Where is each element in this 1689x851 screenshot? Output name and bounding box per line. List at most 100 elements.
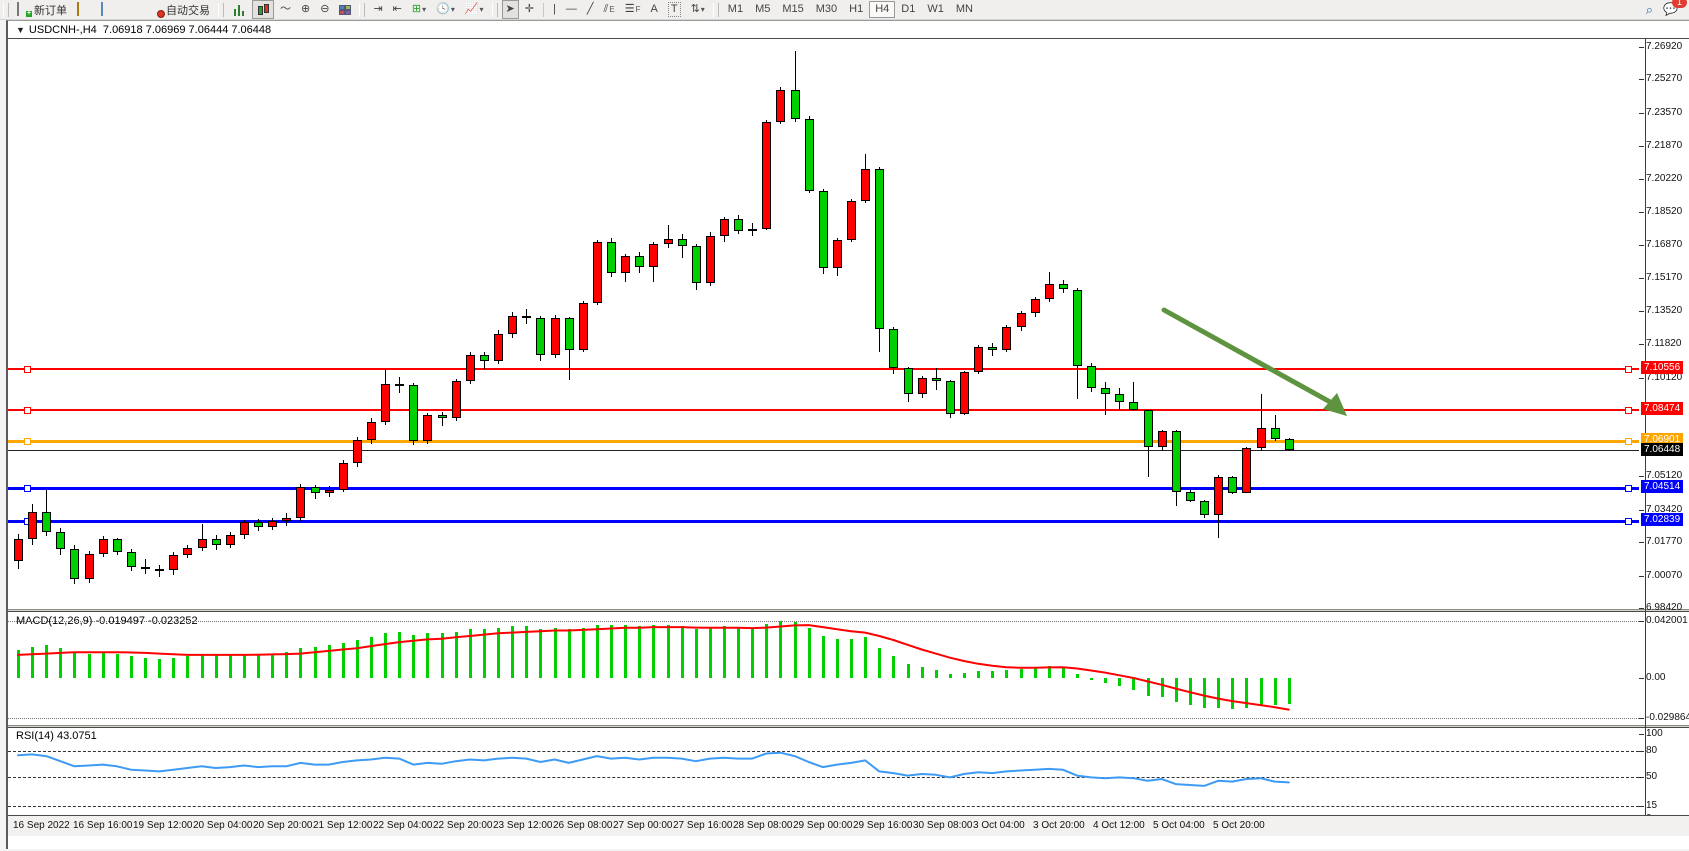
chart-window[interactable]: ▼USDCNH-,H4 7.06918 7.06969 7.06444 7.06… <box>6 20 1689 849</box>
price-tick-label: 7.16870 <box>1646 239 1682 250</box>
new-order-label: 新订单 <box>34 2 67 18</box>
toolbar-grip5[interactable] <box>713 3 719 17</box>
text-tool-icon: A <box>650 3 657 16</box>
axis-tick-mark <box>1639 576 1644 577</box>
time-label: 29 Sep 16:00 <box>853 820 913 831</box>
macd-panel[interactable]: MACD(12,26,9) -0.019497 -0.023252 <box>8 611 1689 726</box>
axis-tick-mark <box>1639 542 1644 543</box>
axis-tick-mark <box>1639 751 1644 752</box>
label-tool-icon: T <box>668 2 681 17</box>
axis-tick-mark <box>1639 718 1644 719</box>
timeframe-h4-button[interactable]: H4 <box>869 1 895 18</box>
tile-windows-button[interactable] <box>335 0 355 19</box>
timeframe-d1-button[interactable]: D1 <box>895 1 921 18</box>
subscript-e: E <box>609 5 614 14</box>
price-tick-label: 7.21870 <box>1646 140 1682 151</box>
channel-icon: ⫽ <box>603 3 608 16</box>
level-price-label: 7.08474 <box>1641 402 1683 415</box>
trendline-button[interactable]: ╱ <box>583 0 598 19</box>
toolbar-grip4[interactable] <box>492 3 498 17</box>
time-label: 20 Sep 20:00 <box>253 820 313 831</box>
label-tool-button[interactable]: T <box>664 0 685 19</box>
toolbar-grip[interactable] <box>3 3 9 17</box>
macd-label: MACD(12,26,9) -0.019497 -0.023252 <box>16 615 198 627</box>
axis-tick-mark <box>1639 212 1644 213</box>
timeframe-m5-button[interactable]: M5 <box>749 1 776 18</box>
timeframe-m30-button[interactable]: M30 <box>810 1 843 18</box>
axis-tick-mark <box>1639 311 1644 312</box>
time-label: 22 Sep 20:00 <box>433 820 493 831</box>
autotrading-button[interactable]: 自动交易 <box>145 0 214 19</box>
horizontal-line-button[interactable]: — <box>562 0 581 19</box>
time-label: 4 Oct 12:00 <box>1093 820 1145 831</box>
add-indicator-button[interactable]: ⊞▾ <box>408 0 430 19</box>
arrows-tool-icon: ⇅ <box>691 3 700 16</box>
notifications-button[interactable]: 💬 1 <box>1659 0 1682 19</box>
price-chart-panel[interactable] <box>8 38 1689 610</box>
search-icon: ⌕ <box>1646 3 1653 16</box>
rsi-axis-label: 15 <box>1646 800 1657 811</box>
current-price-label: 7.06448 <box>1641 443 1683 456</box>
zoom-out-icon: ⊖ <box>320 3 329 16</box>
caret-down-icon: ▾ <box>701 5 705 14</box>
crosshair-button[interactable]: ✛ <box>521 0 538 19</box>
price-tick-label: 7.01770 <box>1646 536 1682 547</box>
timeframe-m15-button[interactable]: M15 <box>776 1 809 18</box>
text-tool-button[interactable]: A <box>646 0 661 19</box>
signals-button[interactable] <box>121 0 143 19</box>
autotrading-icon <box>149 3 163 16</box>
search-button[interactable]: ⌕ <box>1642 0 1657 19</box>
ohlc-open: 7.06918 <box>103 24 143 36</box>
fibonacci-button[interactable]: ☰F <box>621 0 645 19</box>
timeframe-w1-button[interactable]: W1 <box>921 1 950 18</box>
new-chart-button[interactable] <box>97 0 119 19</box>
candlestick-chart-icon <box>256 3 270 16</box>
line-chart-icon: 〜 <box>280 3 291 16</box>
time-label: 5 Oct 20:00 <box>1213 820 1265 831</box>
clock-icon: 🕓 <box>436 3 450 16</box>
market-depth-button[interactable] <box>73 0 95 19</box>
time-axis[interactable]: 16 Sep 202216 Sep 16:0019 Sep 12:0020 Se… <box>8 815 1689 836</box>
equidistant-channel-button[interactable]: ⫽E <box>599 0 618 19</box>
toolbar-grip3[interactable] <box>359 3 365 17</box>
collapse-icon[interactable]: ▼ <box>16 25 25 35</box>
horizontal-line-icon: — <box>566 3 577 16</box>
price-tick-label: 7.15170 <box>1646 272 1682 283</box>
rsi-axis-label: 100 <box>1646 728 1663 739</box>
cursor-button[interactable]: ➤ <box>502 0 519 19</box>
crosshair-icon: ✛ <box>525 3 534 16</box>
rsi-label: RSI(14) 43.0751 <box>16 730 97 742</box>
candlestick-chart-button[interactable] <box>252 0 274 19</box>
line-chart-button[interactable]: 〜 <box>276 0 295 19</box>
time-label: 20 Sep 04:00 <box>193 820 253 831</box>
chart-shift-button[interactable]: ⇤ <box>389 0 406 19</box>
timeframe-h1-button[interactable]: H1 <box>843 1 869 18</box>
new-order-button[interactable]: + 新订单 <box>13 0 71 19</box>
axis-tick-mark <box>1639 245 1644 246</box>
vertical-line-button[interactable]: | <box>549 0 560 19</box>
auto-scroll-button[interactable]: ⇥ <box>369 0 386 19</box>
chart-window-icon <box>101 3 115 16</box>
time-label: 5 Oct 04:00 <box>1153 820 1205 831</box>
axis-tick-mark <box>1639 476 1644 477</box>
time-label: 26 Sep 08:00 <box>553 820 613 831</box>
time-label: 27 Sep 16:00 <box>673 820 733 831</box>
ohlc-close: 7.06448 <box>231 24 271 36</box>
timeframe-mn-button[interactable]: MN <box>950 1 979 18</box>
macd-axis-label: -0.029864 <box>1646 712 1689 723</box>
zoom-in-button[interactable]: ⊕ <box>297 0 314 19</box>
timeframe-m1-button[interactable]: M1 <box>722 1 749 18</box>
signal-icon <box>125 3 139 16</box>
zoom-out-button[interactable]: ⊖ <box>316 0 333 19</box>
timeframe-toolbar: M1M5M15M30H1H4D1W1MN <box>722 1 979 18</box>
rsi-panel[interactable]: RSI(14) 43.0751 <box>8 727 1689 816</box>
toolbar-grip2[interactable] <box>218 3 224 17</box>
axis-tick-mark <box>1639 79 1644 80</box>
period-button[interactable]: 🕓▾ <box>432 0 459 19</box>
templates-button[interactable]: 📈▾ <box>461 0 488 19</box>
arrows-tool-button[interactable]: ⇅▾ <box>687 0 709 19</box>
add-indicator-icon: ⊞ <box>412 3 421 16</box>
bar-chart-button[interactable] <box>228 0 250 19</box>
autotrading-label: 自动交易 <box>166 2 210 18</box>
axis-tick-mark <box>1639 146 1644 147</box>
